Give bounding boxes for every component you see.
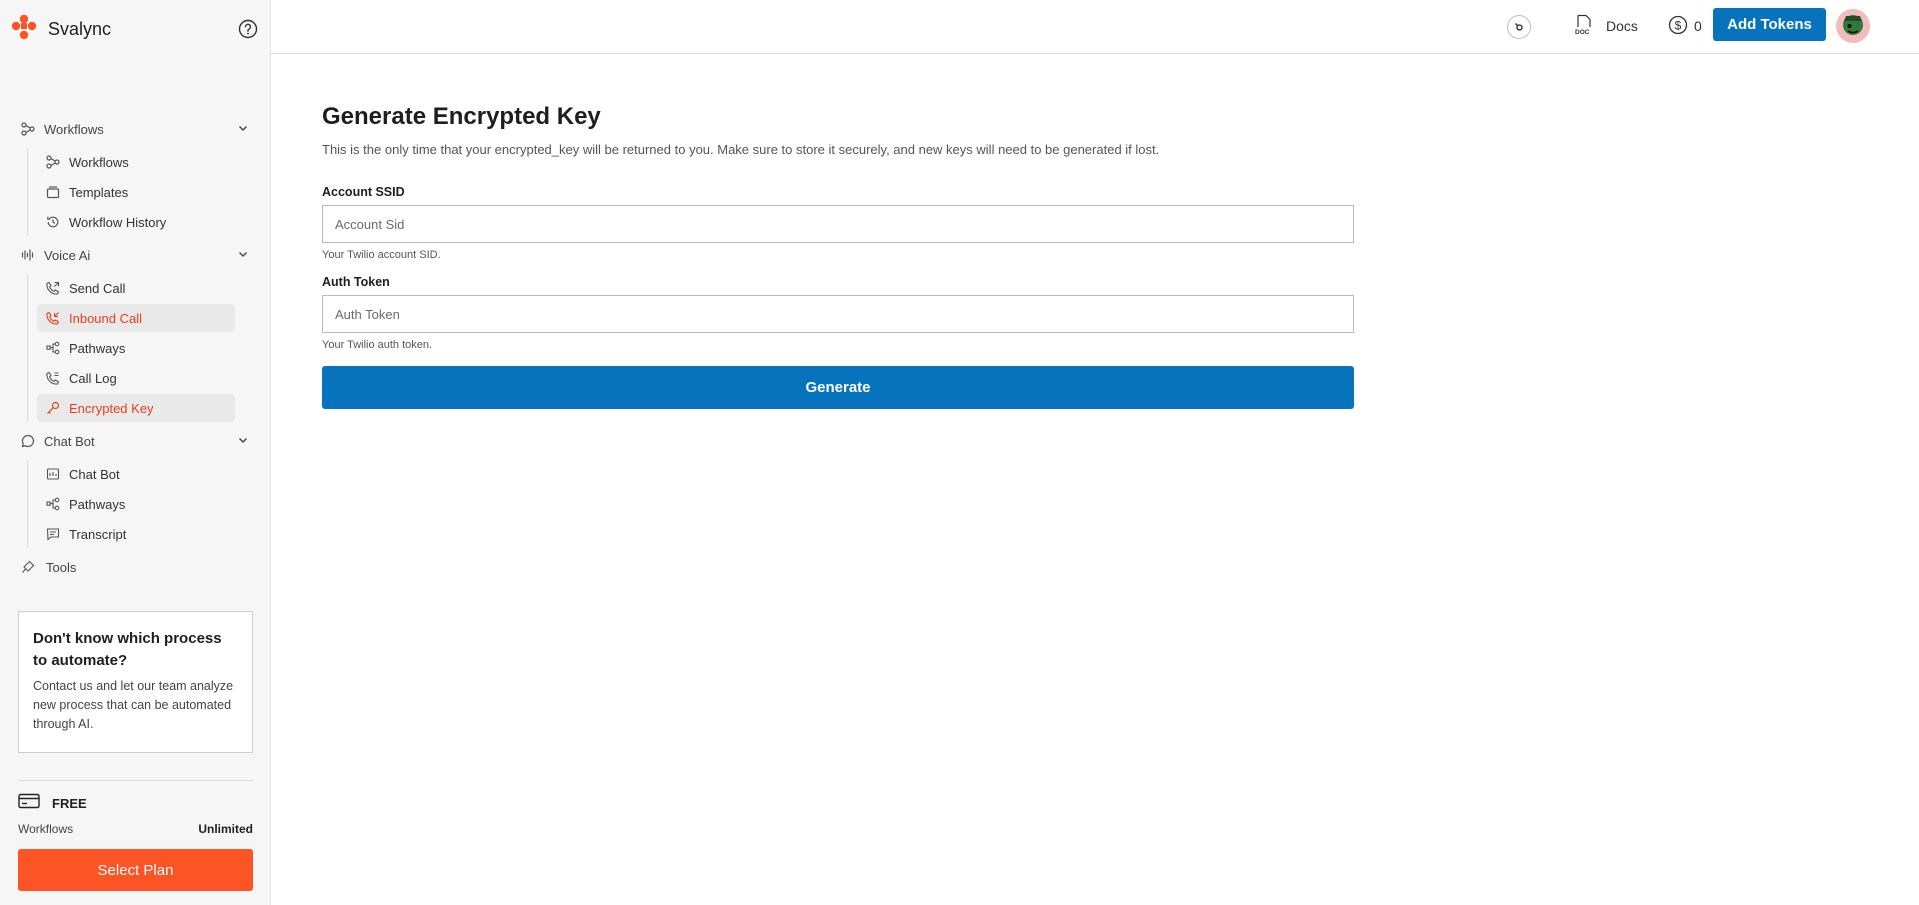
generate-button[interactable]: Generate <box>322 366 1354 409</box>
sidebar-item-label: Send Call <box>69 280 126 296</box>
sidebar-item-call-log[interactable]: Call Log <box>37 364 235 392</box>
phone-log-icon <box>45 370 61 386</box>
workflow-icon <box>45 154 61 170</box>
search-icon[interactable] <box>1507 15 1531 39</box>
sidebar-item-chat-pathways[interactable]: Pathways <box>37 490 235 518</box>
sidebar-item-label: Transcript <box>69 526 127 542</box>
sidebar-item-workflows[interactable]: Workflows <box>37 148 235 176</box>
sidebar-item-label: Workflow History <box>69 214 167 230</box>
chevron-down-icon[interactable] <box>237 434 249 449</box>
select-plan-button[interactable]: Select Plan <box>18 849 253 891</box>
pathways-icon <box>45 340 61 356</box>
chevron-down-icon[interactable] <box>237 248 249 263</box>
nav-sublist-workflows: Workflows Templates Workflow History <box>27 148 271 236</box>
chat-bubble-icon <box>20 433 36 449</box>
brand-name: Svalync <box>48 18 112 39</box>
chat-window-icon <box>45 466 61 482</box>
nav-group-label: Chat Bot <box>44 433 95 449</box>
divider <box>18 780 253 781</box>
sidebar-item-label: Chat Bot <box>69 466 120 482</box>
account-sid-help: Your Twilio account SID. <box>322 249 441 261</box>
sidebar-item-transcript[interactable]: Transcript <box>37 520 235 548</box>
account-sid-input[interactable] <box>322 205 1354 243</box>
nav-group-voice-ai[interactable]: Voice Ai <box>0 238 271 272</box>
plan-row: FREE <box>18 793 87 813</box>
quota-row: Workflows Unlimited <box>18 822 253 836</box>
sidebar-item-label: Pathways <box>69 340 126 356</box>
sidebar-item-send-call[interactable]: Send Call <box>37 274 235 302</box>
history-icon <box>45 214 61 230</box>
sidebar-item-pathways[interactable]: Pathways <box>37 334 235 362</box>
credit-card-icon <box>18 793 40 814</box>
quota-value: Unlimited <box>198 822 253 836</box>
chevron-down-icon[interactable] <box>237 122 249 137</box>
nav-group-chat-bot[interactable]: Chat Bot <box>0 424 271 458</box>
token-count: 0 <box>1694 18 1702 34</box>
sidebar-item-templates[interactable]: Templates <box>37 178 235 206</box>
nav-group-label: Workflows <box>44 121 104 137</box>
brand[interactable]: Svalync <box>10 14 111 44</box>
svg-text:$: $ <box>1675 18 1682 32</box>
svalync-logo-icon <box>10 13 38 46</box>
avatar[interactable] <box>1836 9 1870 43</box>
main-content: Generate Encrypted Key This is the only … <box>322 100 1354 409</box>
phone-outgoing-icon <box>45 280 61 296</box>
sidebar-item-inbound-call[interactable]: Inbound Call <box>37 304 235 332</box>
add-tokens-button[interactable]: Add Tokens <box>1713 8 1826 41</box>
sidebar-item-label: Call Log <box>69 370 117 386</box>
promo-card: Don't know which process to automate? Co… <box>18 611 253 753</box>
top-bar: DOC Docs $ 0 Add Tokens <box>271 0 1919 54</box>
sidebar-item-label: Encrypted Key <box>69 400 154 416</box>
auth-token-input[interactable] <box>322 295 1354 333</box>
templates-icon <box>45 184 61 200</box>
sidebar-item-chat-bot[interactable]: Chat Bot <box>37 460 235 488</box>
page-title: Generate Encrypted Key <box>322 103 601 130</box>
sidebar-item-label: Workflows <box>69 154 129 170</box>
promo-title: Don't know which process to automate? <box>33 630 222 669</box>
sidebar-item-workflow-history[interactable]: Workflow History <box>37 208 235 236</box>
dollar-coin-icon: $ <box>1668 15 1688 38</box>
sidebar: Svalync Workflows Workflows Templates Wo… <box>0 0 271 905</box>
key-icon <box>45 400 61 416</box>
page-description: This is the only time that your encrypte… <box>322 142 1160 157</box>
nav-group-workflows[interactable]: Workflows <box>0 112 271 146</box>
help-icon[interactable] <box>237 18 259 40</box>
docs-link[interactable]: DOC Docs <box>1574 14 1638 38</box>
promo-text: Contact us and let our team analyze new … <box>33 679 234 731</box>
quota-label: Workflows <box>18 822 74 836</box>
token-balance: $ 0 <box>1668 14 1702 38</box>
auth-token-label: Auth Token <box>322 275 390 289</box>
sidebar-nav: Workflows Workflows Templates Workflow H… <box>0 112 271 584</box>
tools-icon <box>20 559 36 575</box>
nav-sublist-chat-bot: Chat Bot Pathways Transcript <box>27 460 271 548</box>
svg-text:DOC: DOC <box>1575 29 1590 36</box>
sidebar-item-label: Pathways <box>69 496 126 512</box>
docs-label: Docs <box>1606 18 1638 34</box>
phone-incoming-icon <box>45 310 61 326</box>
sidebar-item-label: Tools <box>46 559 77 575</box>
audio-waveform-icon <box>20 247 36 263</box>
nav-group-label: Voice Ai <box>44 247 91 263</box>
pathways-icon <box>45 496 61 512</box>
auth-token-help: Your Twilio auth token. <box>322 339 433 351</box>
sidebar-item-label: Templates <box>69 184 129 200</box>
sidebar-item-tools[interactable]: Tools <box>0 550 271 584</box>
plan-name: FREE <box>52 795 87 811</box>
sidebar-item-encrypted-key[interactable]: Encrypted Key <box>37 394 235 422</box>
sidebar-item-label: Inbound Call <box>69 310 142 326</box>
document-icon: DOC <box>1574 14 1594 39</box>
transcript-icon <box>45 526 61 542</box>
workflow-icon <box>20 121 36 137</box>
account-ssid-label: Account SSID <box>322 185 405 199</box>
nav-sublist-voice-ai: Send Call Inbound Call Pathways Call Log… <box>27 274 271 422</box>
